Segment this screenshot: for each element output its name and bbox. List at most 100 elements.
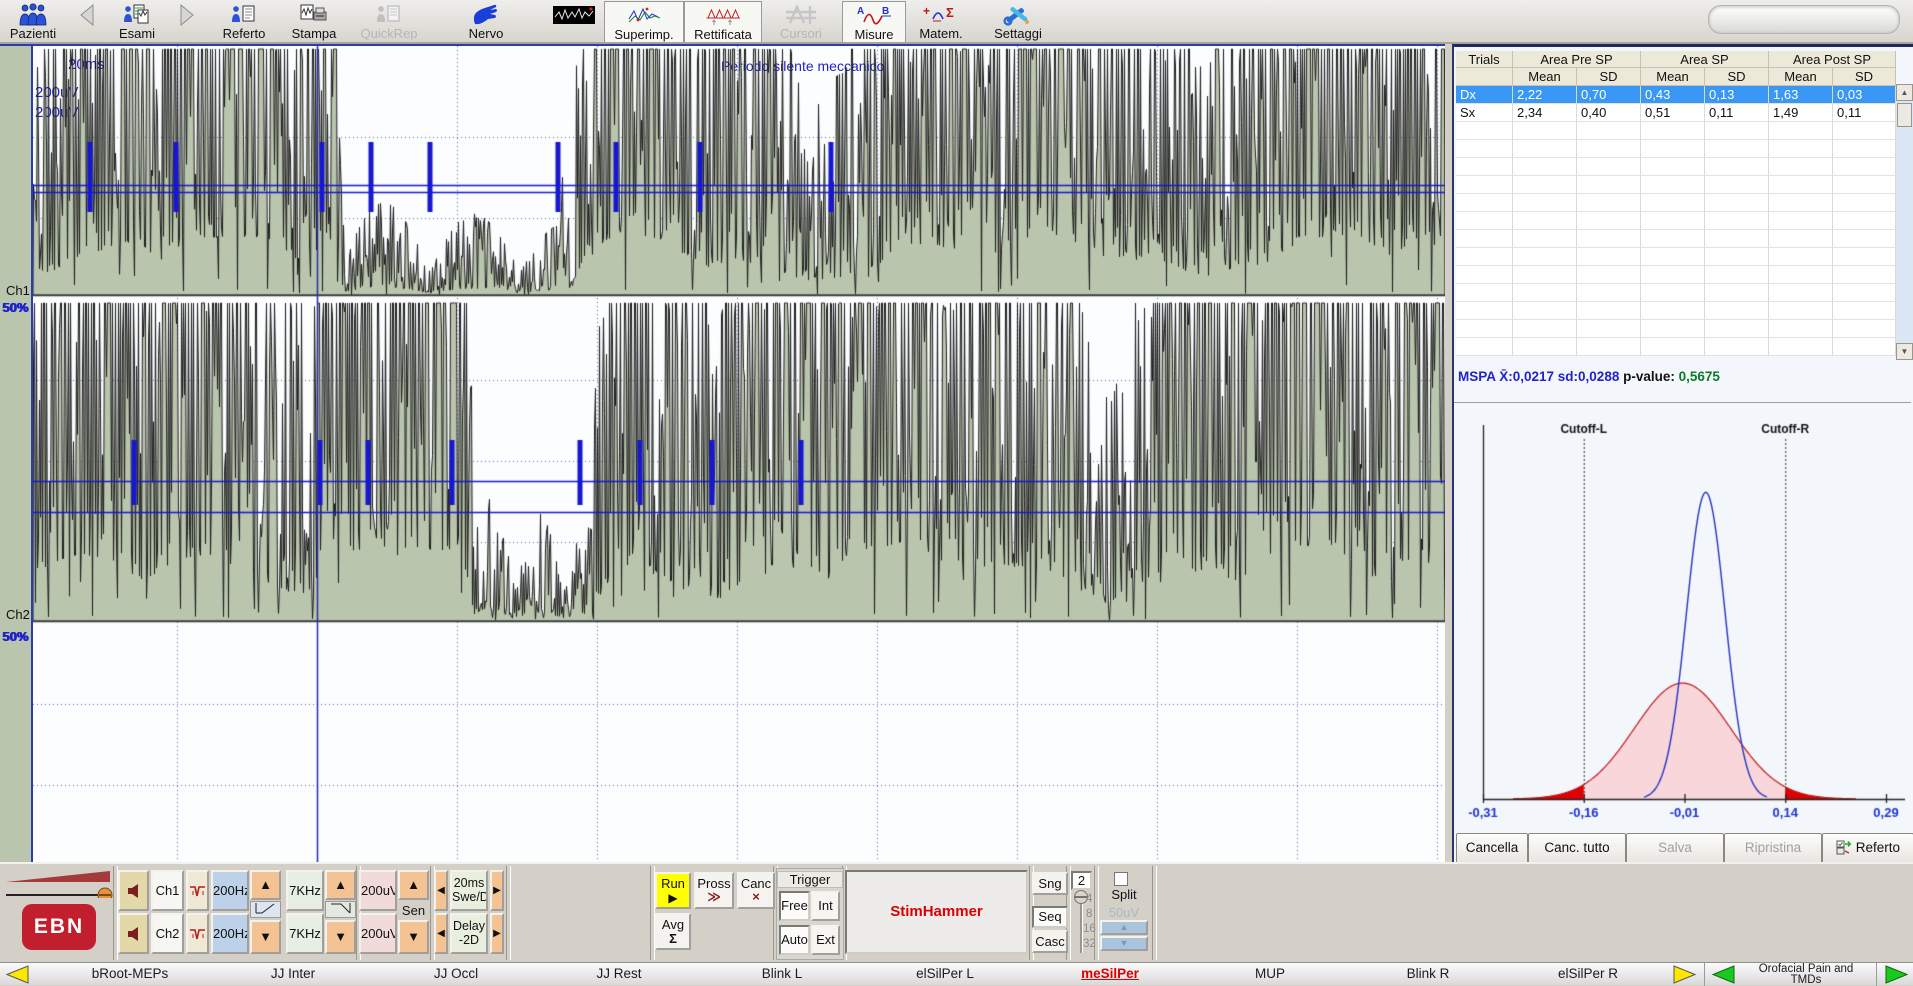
lowcut-ch2-value[interactable]: 200Hz	[211, 913, 249, 954]
count-option-4[interactable]: 4	[1086, 893, 1092, 905]
table-cell	[1769, 320, 1833, 338]
tab-jj-rest[interactable]: JJ Rest	[596, 966, 641, 981]
scroll-thumb[interactable]	[1897, 103, 1912, 127]
notch-filter-ch2-button[interactable]	[186, 913, 209, 954]
table-cell	[1833, 338, 1896, 356]
svg-text:Σ: Σ	[946, 5, 954, 20]
toolbar-button-matem[interactable]: +ΣMatem.	[906, 1, 976, 41]
sensitivity-ch2-value[interactable]: 200uV	[359, 913, 397, 954]
table-row[interactable]: Dx2,220,700,430,131,630,03	[1456, 86, 1896, 104]
count-option-8[interactable]: 8	[1086, 908, 1092, 920]
table-cell	[1641, 194, 1705, 212]
canc-tutto-button[interactable]: Canc. tutto	[1528, 833, 1626, 865]
tab-elsilper-l[interactable]: elSilPer L	[916, 966, 974, 981]
audio-ch1-button[interactable]	[118, 870, 149, 911]
protocol-tab-bar: Orofacial Pain and TMDs bRoot-MEPs JJ Int…	[0, 962, 1913, 985]
cancel-sweep-button[interactable]: Canc ×	[737, 872, 775, 909]
split-checkbox[interactable]	[1114, 872, 1128, 886]
trigger-free-button[interactable]: Free	[779, 891, 810, 921]
fast-forward-icon: ≫	[696, 891, 732, 902]
cancella-button[interactable]: Cancella	[1456, 833, 1528, 865]
tab-jj-occl[interactable]: JJ Occl	[434, 966, 478, 981]
toolbar-button-emgmini[interactable]	[548, 1, 600, 41]
results-panel: TrialsArea Pre SPArea SPArea Post SPMean…	[1452, 44, 1913, 862]
toolbar-button-nervo[interactable]: Nervo	[450, 1, 522, 41]
protocol-next-icon[interactable]	[1884, 965, 1910, 984]
trigger-auto-button[interactable]: Auto	[779, 925, 810, 955]
trigger-ext-button[interactable]: Ext	[811, 925, 840, 955]
tab-jj-inter[interactable]: JJ Inter	[271, 966, 315, 981]
volume-indicator[interactable]	[6, 868, 118, 898]
highcut-ch2-value[interactable]: 7KHz	[286, 913, 324, 954]
tab-mup[interactable]: MUP	[1255, 966, 1285, 981]
delay-box[interactable]: Delay -2D	[450, 913, 488, 954]
highcut-up-button[interactable]: ▲	[325, 870, 356, 900]
toolbar-button-prev[interactable]	[70, 1, 106, 41]
mode-sng-button[interactable]: Sng	[1032, 872, 1068, 895]
toolbar-patient-field[interactable]	[1708, 5, 1900, 34]
tab-orofacial[interactable]: Orofacial Pain and TMDs	[1759, 964, 1854, 986]
lowcut-down-button[interactable]: ▼	[250, 920, 281, 954]
toolbar-button-rettificata[interactable]: Rettificata	[684, 1, 762, 42]
table-cell	[1456, 284, 1513, 302]
toolbar-button-misure[interactable]: ABMisure	[842, 1, 906, 42]
count-option-16[interactable]: 16	[1083, 923, 1096, 935]
ch1-select-button[interactable]: Ch1	[151, 870, 184, 911]
referto-button[interactable]: Referto	[1822, 833, 1913, 865]
tab-blink-l[interactable]: Blink L	[762, 966, 803, 981]
waveform-plot[interactable]: 20ms 200uV 200uV Periodo silente meccani…	[31, 44, 1445, 862]
table-cell: Mean	[1769, 68, 1833, 86]
highcut-ch1-value[interactable]: 7KHz	[286, 870, 324, 911]
count-option-32[interactable]: 32	[1083, 938, 1096, 950]
split-scale-down-button[interactable]: ▼	[1100, 936, 1148, 951]
tab-elsilper-r[interactable]: elSilPer R	[1558, 966, 1618, 981]
speaker-icon	[126, 883, 142, 899]
table-cell	[1833, 176, 1896, 194]
scroll-down-button[interactable]: ▼	[1896, 343, 1913, 360]
toolbar-button-stampa[interactable]: Stampa	[282, 1, 346, 41]
tabs-scroll-right-icon[interactable]	[1672, 965, 1698, 984]
table-scrollbar[interactable]: ▲ ▼	[1896, 84, 1913, 360]
table-cell	[1641, 266, 1705, 284]
toolbar-button-referto[interactable]: Referto	[212, 1, 276, 41]
average-button[interactable]: Avg Σ	[655, 913, 691, 950]
scroll-up-button[interactable]: ▲	[1896, 84, 1913, 101]
notch-filter-ch1-button[interactable]	[186, 870, 209, 911]
toolbar-button-label: Cursori	[762, 27, 840, 40]
channel-gutter: Ch1 50% Ch2 50%	[0, 44, 31, 864]
toolbar-button-pazienti[interactable]: Pazienti	[4, 1, 62, 41]
lowcut-ch1-value[interactable]: 200Hz	[211, 870, 249, 911]
lowcut-up-button[interactable]: ▲	[250, 870, 281, 900]
mode-casc-button[interactable]: Casc	[1032, 930, 1068, 953]
mode-seq-button[interactable]: Seq	[1032, 906, 1068, 928]
ch2-select-button[interactable]: Ch2	[151, 913, 184, 954]
table-cell	[1705, 230, 1769, 248]
toolbar-button-settaggi[interactable]: Settaggi	[980, 1, 1056, 41]
toolbar-button-esami[interactable]: Esami	[108, 1, 166, 41]
trigger-int-button[interactable]: Int	[811, 891, 840, 921]
table-row[interactable]: Sx2,340,400,510,111,490,11	[1456, 104, 1896, 122]
audio-ch2-button[interactable]	[118, 913, 149, 954]
toolbar-button-cursori: Cursori	[762, 1, 840, 41]
process-button[interactable]: Pross ≫	[694, 872, 734, 909]
tabs-scroll-left-icon[interactable]	[4, 965, 30, 984]
table-cell	[1641, 248, 1705, 266]
sweep-left-button[interactable]: ◀	[434, 870, 448, 911]
toolbar-button-superimp[interactable]: Superimp.	[604, 1, 684, 42]
toolbar-button-next[interactable]	[168, 1, 204, 41]
tab-blink-r[interactable]: Blink R	[1407, 966, 1450, 981]
tab-mesilper[interactable]: meSilPer	[1081, 966, 1139, 981]
highcut-down-button[interactable]: ▼	[325, 920, 356, 954]
split-scale-up-button[interactable]: ▲	[1100, 920, 1148, 935]
sensitivity-ch1-value[interactable]: 200uV	[359, 870, 397, 911]
sensitivity-up-button[interactable]: ▲	[398, 870, 429, 900]
mspa-statistics: MSPA X̄:0,0217 sd:0,0288 p-value: 0,5675	[1458, 369, 1720, 384]
sensitivity-down-button[interactable]: ▼	[398, 920, 429, 954]
protocol-prev-icon[interactable]	[1710, 965, 1736, 984]
delay-left-button[interactable]: ◀	[434, 913, 448, 954]
tab-broot-meps[interactable]: bRoot-MEPs	[92, 966, 169, 981]
sweep-speed-box[interactable]: 20ms Swe/D	[450, 870, 488, 911]
sweep-right-button[interactable]: ▶	[490, 870, 504, 911]
delay-right-button[interactable]: ▶	[490, 913, 504, 954]
run-button[interactable]: Run ▶	[655, 872, 691, 909]
